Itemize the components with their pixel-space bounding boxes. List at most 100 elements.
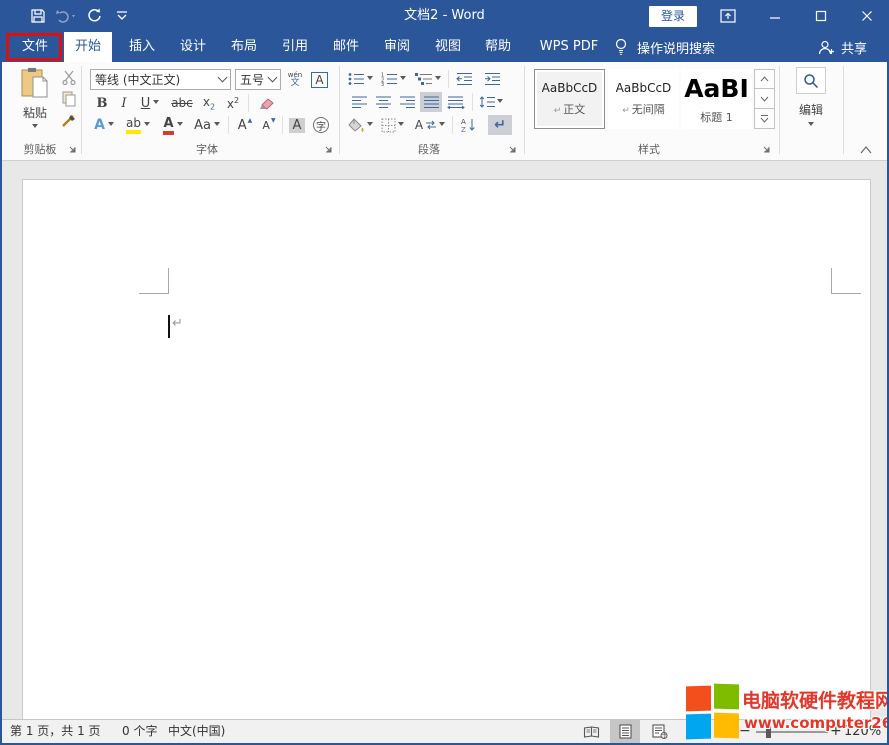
- align-left-button[interactable]: [348, 92, 370, 112]
- tab-home[interactable]: 开始: [64, 32, 112, 62]
- page-number-status[interactable]: 第 1 页，共 1 页: [10, 720, 101, 743]
- multilevel-list-button[interactable]: [412, 69, 444, 89]
- sign-in-button[interactable]: 登录: [649, 6, 697, 27]
- style-heading-1[interactable]: AaBI 标题 1: [681, 69, 752, 129]
- read-mode-button[interactable]: [576, 720, 606, 743]
- paragraph-group: 123: [340, 62, 524, 161]
- tell-me-search[interactable]: 操作说明搜索: [614, 32, 715, 62]
- chevron-down-icon: [144, 122, 150, 129]
- text-effects-button[interactable]: A: [90, 115, 118, 135]
- tab-insert[interactable]: 插入: [116, 32, 168, 62]
- tab-design[interactable]: 设计: [167, 32, 219, 62]
- editing-button[interactable]: 编辑: [792, 67, 830, 133]
- italic-button[interactable]: I: [114, 93, 134, 113]
- distribute-button[interactable]: [444, 92, 468, 112]
- share-button[interactable]: 共享: [818, 32, 867, 62]
- bullets-button[interactable]: [346, 69, 374, 89]
- style-no-spacing[interactable]: AaBbCcD ↵无间隔: [608, 69, 679, 129]
- maximize-button[interactable]: [799, 0, 843, 32]
- paragraph-dialog-launcher[interactable]: [506, 143, 518, 155]
- paragraph-group-label: 段落: [340, 141, 518, 157]
- language-status[interactable]: 中文(中国): [168, 720, 225, 743]
- paste-label: 粘贴: [23, 104, 47, 121]
- print-layout-button[interactable]: [610, 720, 640, 743]
- gallery-more-icon: [760, 114, 769, 123]
- phonetic-guide-button[interactable]: wén 文: [284, 69, 306, 90]
- bold-button[interactable]: B: [92, 93, 112, 113]
- show-hide-marks-button[interactable]: ↵: [488, 115, 512, 135]
- asian-layout-button[interactable]: A: [412, 115, 448, 135]
- borders-button[interactable]: [378, 115, 406, 135]
- style-name: 无间隔: [632, 103, 665, 116]
- print-layout-icon: [619, 724, 632, 739]
- tab-file[interactable]: 文件: [8, 32, 62, 62]
- styles-scroll-up-button[interactable]: [754, 69, 775, 89]
- paste-button[interactable]: 粘贴: [14, 67, 56, 139]
- ribbon-display-options-button[interactable]: [716, 4, 740, 28]
- justify-button[interactable]: [420, 92, 442, 112]
- styles-gallery-more-button[interactable]: [754, 109, 775, 129]
- sort-button[interactable]: A Z: [456, 115, 482, 135]
- decrease-indent-button[interactable]: [452, 69, 476, 89]
- grow-font-button[interactable]: A ▲: [234, 115, 256, 135]
- shading-button[interactable]: [346, 115, 374, 135]
- subscript-digit: 2: [210, 102, 215, 111]
- word-count-status[interactable]: 0 个字: [122, 720, 157, 743]
- document-area[interactable]: ↵: [2, 161, 887, 719]
- shrink-font-button[interactable]: A ▼: [258, 115, 280, 135]
- tab-review[interactable]: 审阅: [371, 32, 423, 62]
- document-page[interactable]: ↵: [22, 179, 871, 724]
- collapse-ribbon-button[interactable]: [854, 142, 878, 157]
- tab-help[interactable]: 帮助: [472, 32, 524, 62]
- styles-group: AaBbCcD ↵正文 AaBbCcD ↵无间隔 AaBI 标题 1: [526, 62, 779, 161]
- highlight-color-button[interactable]: ab: [122, 115, 154, 135]
- word-window: 文档2 - Word 登录 文件 开始 插入 设计: [0, 0, 889, 745]
- font-name-combobox[interactable]: 等线 (中文正文): [90, 69, 231, 90]
- format-painter-icon: [61, 113, 77, 129]
- align-center-button[interactable]: [372, 92, 394, 112]
- crop-mark-vertical-right: [831, 268, 832, 294]
- change-case-button[interactable]: Aa: [192, 115, 222, 135]
- minimize-button[interactable]: [753, 0, 797, 32]
- character-border-button[interactable]: A: [309, 69, 330, 90]
- styles-scroll-down-button[interactable]: [754, 89, 775, 109]
- group-divider: [524, 66, 525, 154]
- enclose-characters-button[interactable]: 字: [310, 115, 332, 135]
- close-button[interactable]: [845, 0, 889, 32]
- crop-mark-horizontal-left: [139, 293, 169, 294]
- zoom-level[interactable]: 120%: [844, 720, 881, 743]
- tab-layout[interactable]: 布局: [218, 32, 270, 62]
- tab-mailings[interactable]: 邮件: [320, 32, 372, 62]
- line-spacing-button[interactable]: [476, 92, 506, 112]
- clear-formatting-button[interactable]: [252, 93, 278, 113]
- share-label: 共享: [841, 38, 867, 57]
- chevron-down-icon: [108, 122, 114, 129]
- italic-label: I: [121, 96, 126, 111]
- increase-indent-button[interactable]: [480, 69, 504, 89]
- zoom-in-button[interactable]: +: [830, 720, 842, 743]
- style-normal[interactable]: AaBbCcD ↵正文: [534, 69, 605, 129]
- numbering-button[interactable]: 123: [378, 69, 408, 89]
- zoom-slider-handle[interactable]: [766, 725, 771, 738]
- format-painter-button[interactable]: [58, 112, 80, 130]
- clipboard-dialog-launcher[interactable]: [66, 143, 78, 155]
- cut-button[interactable]: [58, 68, 80, 86]
- font-dialog-launcher[interactable]: [322, 143, 334, 155]
- subscript-button[interactable]: x2: [198, 93, 220, 113]
- superscript-button[interactable]: x2: [222, 93, 244, 113]
- web-layout-button[interactable]: [645, 720, 675, 743]
- font-color-button[interactable]: A: [158, 115, 188, 135]
- character-shading-button[interactable]: A: [286, 115, 308, 135]
- underline-button[interactable]: U: [136, 93, 164, 113]
- zoom-out-button[interactable]: −: [739, 720, 751, 743]
- align-right-button[interactable]: [396, 92, 418, 112]
- styles-dialog-launcher[interactable]: [760, 143, 772, 155]
- strikethrough-button[interactable]: abc: [168, 93, 196, 113]
- tab-view[interactable]: 视图: [422, 32, 474, 62]
- font-size-combobox[interactable]: 五号: [235, 69, 281, 90]
- tab-references[interactable]: 引用: [269, 32, 321, 62]
- tab-wps-pdf[interactable]: WPS PDF: [528, 32, 610, 62]
- paste-clipboard-icon: [20, 67, 50, 101]
- chevron-down-icon: [367, 122, 373, 129]
- copy-button[interactable]: [58, 90, 80, 108]
